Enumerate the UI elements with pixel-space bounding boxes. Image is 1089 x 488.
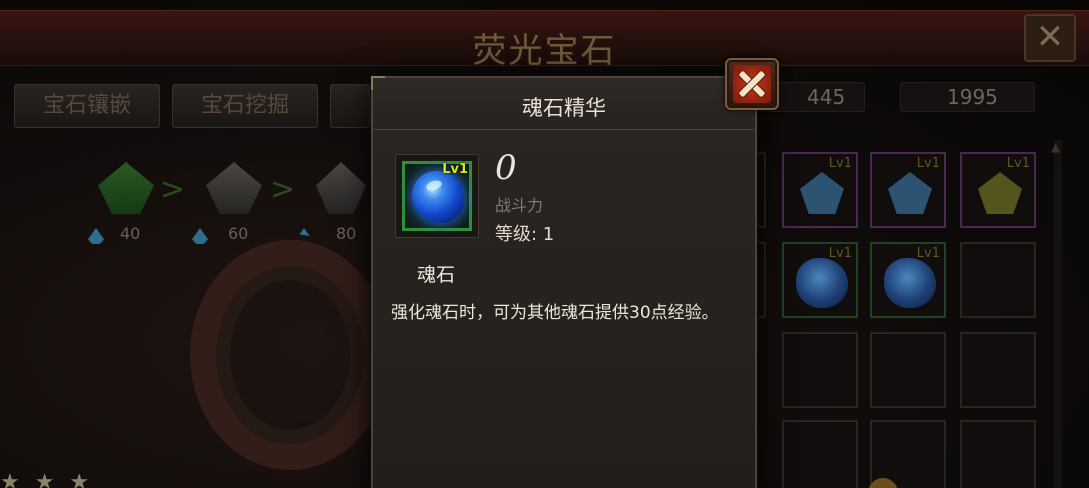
inventory-scrollbar[interactable]: ▲ <box>1051 140 1062 488</box>
currency-value-1: 445 <box>807 85 846 109</box>
chevron-right-icon: > <box>270 172 296 207</box>
combat-power-value: 0 <box>495 148 517 188</box>
chain-cost-1: 40 <box>120 224 141 243</box>
inventory-slot[interactable] <box>782 332 858 408</box>
slot-level-badge: Lv1 <box>916 156 940 171</box>
inventory-slot[interactable]: Lv1 <box>870 152 946 228</box>
inventory-slot[interactable] <box>782 420 858 488</box>
currency-value-2: 1995 <box>947 85 998 109</box>
blue-soulstone-icon <box>412 171 464 223</box>
inventory-slot[interactable] <box>960 332 1036 408</box>
grey-gem-icon[interactable] <box>206 162 262 214</box>
inventory-slot[interactable]: Lv1 <box>782 242 858 318</box>
inventory-slot[interactable] <box>870 332 946 408</box>
chain-cost-2: 60 <box>228 224 249 243</box>
item-level-text: 等级: 1 <box>495 224 555 245</box>
slot-level-badge: Lv1 <box>1006 156 1030 171</box>
chevron-right-icon: > <box>160 172 186 207</box>
close-icon: ✕ <box>1035 17 1065 57</box>
close-icon <box>733 65 771 103</box>
item-description: 强化魂石时，可为其他魂石提供30点经验。 <box>391 303 719 323</box>
item-name: 魂石 <box>417 264 456 286</box>
dialog-title: 魂石精华 <box>522 96 606 120</box>
tab-gem-inlay[interactable]: 宝石镶嵌 <box>14 84 160 128</box>
inventory-slot[interactable]: Lv1 <box>870 242 946 318</box>
inventory-slot[interactable] <box>960 420 1036 488</box>
slot-level-badge: Lv1 <box>828 156 852 171</box>
window-title: 荧光宝石 <box>472 31 617 71</box>
item-icon-border: Lv1 <box>402 161 472 231</box>
item-level-badge: Lv1 <box>442 162 468 177</box>
chain-cost-3: 80 <box>336 224 357 243</box>
grey-gem-icon[interactable] <box>316 162 366 214</box>
inventory-slot[interactable]: Lv1 <box>960 152 1036 228</box>
green-gem-icon[interactable] <box>98 162 154 214</box>
currency-counter-2: 1995 <box>900 82 1035 112</box>
tab-gem-dig[interactable]: 宝石挖掘 <box>172 84 318 128</box>
scroll-up-icon: ▲ <box>1051 140 1061 154</box>
inventory-slot[interactable] <box>960 242 1036 318</box>
soulstone-ring <box>190 240 390 470</box>
slot-level-badge: Lv1 <box>828 246 852 261</box>
window-close-button[interactable]: ✕ <box>1024 14 1076 62</box>
dialog-header: 魂石精华 <box>373 78 755 130</box>
item-icon-frame: Lv1 <box>395 154 479 238</box>
item-detail-dialog: 魂石精华 Lv1 0 战斗力 等级: 1 魂石 强化魂石时，可为其他魂石提供30… <box>371 76 757 488</box>
window-title-bar: 荧光宝石 <box>0 10 1089 71</box>
dialog-close-button[interactable] <box>725 58 779 110</box>
combat-power-label: 战斗力 <box>495 196 544 215</box>
star-decoration-icon: ★ ★ ★ <box>0 470 94 488</box>
slot-level-badge: Lv1 <box>916 246 940 261</box>
tab-third[interactable] <box>330 84 370 128</box>
inventory-slot[interactable]: Lv1 <box>782 152 858 228</box>
